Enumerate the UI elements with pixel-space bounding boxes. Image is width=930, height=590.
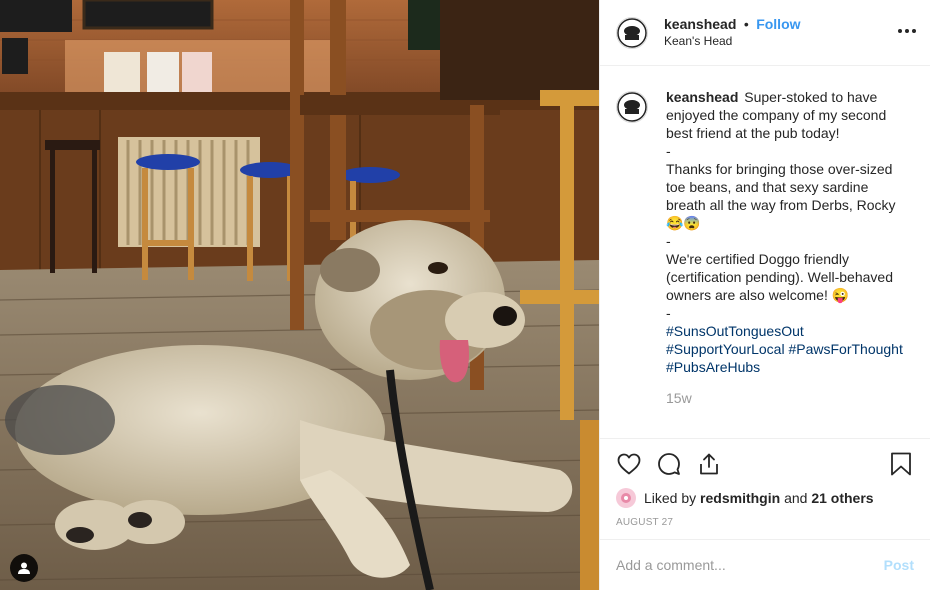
avatar[interactable]	[616, 16, 648, 49]
liker-avatar[interactable]	[616, 488, 636, 508]
caption-line: Thanks for bringing those over-sized toe…	[666, 161, 896, 231]
post-header: keanshead • Follow Kean's Head	[600, 0, 930, 66]
bookmark-icon[interactable]	[888, 451, 914, 477]
post-date[interactable]: AUGUST 27	[616, 517, 914, 528]
caption-line: -	[666, 143, 671, 159]
share-icon[interactable]	[696, 451, 722, 477]
follow-button[interactable]: Follow	[756, 16, 800, 32]
separator-dot: •	[743, 15, 749, 32]
likes-and: and	[784, 490, 808, 506]
hashtag-link[interactable]: #SunsOutTonguesOut	[666, 323, 804, 339]
caption-line: We're certified Doggo friendly (certific…	[666, 251, 893, 303]
hashtag-link[interactable]: #SupportYourLocal	[666, 341, 785, 357]
caption-username[interactable]: keanshead	[666, 89, 738, 105]
post-comment-button[interactable]: Post	[884, 557, 914, 573]
hashtag-link[interactable]: #PubsAreHubs	[666, 359, 760, 375]
add-comment-bar: Post	[600, 539, 930, 590]
caption-line: -	[666, 305, 671, 321]
caption-line: -	[666, 233, 671, 249]
post-side-panel: keanshead • Follow Kean's Head keanshead	[599, 0, 930, 590]
likes-prefix: Liked by	[644, 490, 697, 506]
post-caption: keanshead Super-stoked to have enjoyed t…	[666, 88, 906, 376]
comment-input[interactable]	[616, 557, 884, 573]
location-link[interactable]: Kean's Head	[664, 33, 801, 50]
comment-icon[interactable]	[656, 451, 682, 477]
likes-summary: Liked by redsmithgin and 21 others	[616, 488, 914, 508]
likes-others-link[interactable]: 21 others	[811, 490, 873, 506]
user-tag-icon[interactable]	[10, 554, 38, 582]
hashtag-link[interactable]: #PawsForThought	[788, 341, 902, 357]
heart-icon[interactable]	[616, 451, 642, 477]
dog-in-pub-image	[0, 0, 599, 590]
more-options-icon[interactable]	[898, 22, 916, 40]
author-username[interactable]: keanshead	[664, 16, 736, 32]
liker-username[interactable]: redsmithgin	[700, 490, 780, 506]
caption-avatar[interactable]	[616, 91, 648, 123]
caption-time-ago[interactable]: 15w	[666, 390, 914, 406]
post-photo[interactable]	[0, 0, 599, 590]
post-actions: Liked by redsmithgin and 21 others AUGUS…	[600, 438, 930, 528]
comments-section: keanshead Super-stoked to have enjoyed t…	[600, 66, 930, 438]
